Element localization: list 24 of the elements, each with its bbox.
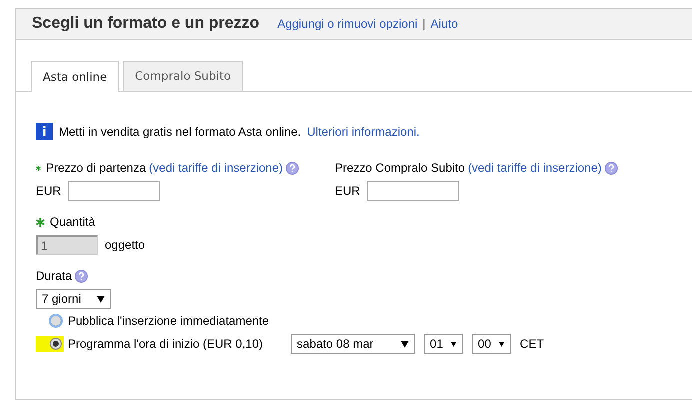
radio-label: Programma l'ora di inizio (EUR 0,10) bbox=[68, 337, 264, 351]
currency-label: EUR bbox=[335, 184, 360, 198]
minute-select[interactable]: 00 bbox=[472, 334, 512, 354]
help-link[interactable]: Aiuto bbox=[430, 17, 458, 31]
section-title: Scegli un formato e un prezzo bbox=[32, 15, 260, 33]
field-label: Prezzo Compralo Subito bbox=[335, 161, 466, 175]
link-separator: | bbox=[422, 17, 426, 31]
currency-label: EUR bbox=[36, 184, 62, 198]
info-text: Metti in vendita gratis nel formato Asta online. bbox=[59, 124, 302, 138]
timezone-label: CET bbox=[520, 337, 544, 351]
hour-select[interactable]: 01 bbox=[424, 334, 464, 354]
radio-label: Pubblica l'inserzione immediatamente bbox=[68, 314, 270, 328]
more-info-link[interactable]: Ulteriori informazioni. bbox=[307, 124, 420, 138]
format-tab[interactable]: Asta online bbox=[31, 61, 120, 92]
field-label: Prezzo di partenza bbox=[46, 161, 146, 175]
fees-link[interactable]: (vedi tariffe di inserzione) bbox=[149, 161, 283, 175]
format-tab[interactable]: Compralo Subito bbox=[123, 61, 244, 91]
fees-link[interactable]: (vedi tariffe di inserzione) bbox=[468, 161, 602, 175]
field-label: Quantità bbox=[50, 215, 96, 229]
field-label: Durata bbox=[36, 269, 72, 283]
options-link[interactable]: Aggiungi o rimuovi opzioni bbox=[278, 17, 418, 31]
date-select[interactable]: sabato 08 mar bbox=[291, 334, 416, 354]
unit-label: oggetto bbox=[105, 238, 146, 252]
duration-select[interactable]: 7 giorni bbox=[36, 289, 111, 309]
